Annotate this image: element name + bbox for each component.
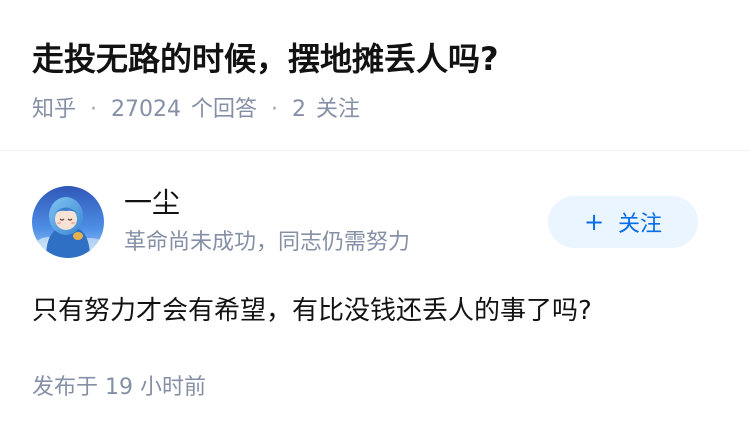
- question-header: 走投无路的时候，摆地摊丢人吗? 知乎 · 27024 个回答 · 2 关注: [0, 0, 750, 150]
- publish-label: 发布于: [32, 375, 99, 400]
- meta-separator: ·: [271, 97, 279, 122]
- follow-button[interactable]: + 关注: [548, 196, 698, 248]
- follower-suffix: 关注: [316, 97, 361, 122]
- follow-button-label: 关注: [618, 212, 663, 237]
- follower-count: 2: [292, 97, 307, 122]
- author-name[interactable]: 一尘: [124, 184, 180, 222]
- publish-time: 发布于 19 小时前: [32, 372, 206, 404]
- source-label[interactable]: 知乎: [32, 94, 76, 126]
- section-divider: [0, 150, 750, 151]
- question-title[interactable]: 走投无路的时候，摆地摊丢人吗?: [32, 36, 499, 82]
- question-meta: 知乎 · 27024 个回答 · 2 关注: [32, 94, 360, 126]
- author-avatar[interactable]: [32, 186, 104, 258]
- answer-count[interactable]: 27024: [111, 94, 181, 126]
- plus-icon: +: [583, 208, 605, 236]
- publish-time-value: 19 小时前: [105, 375, 207, 400]
- author-bio: 革命尚未成功，同志仍需努力: [124, 230, 411, 255]
- answer-content[interactable]: 只有努力才会有希望，有比没钱还丢人的事了吗?: [32, 292, 592, 330]
- anime-avatar-icon: [32, 186, 104, 258]
- answer-count-suffix[interactable]: 个回答: [191, 94, 257, 126]
- meta-separator: ·: [90, 97, 98, 122]
